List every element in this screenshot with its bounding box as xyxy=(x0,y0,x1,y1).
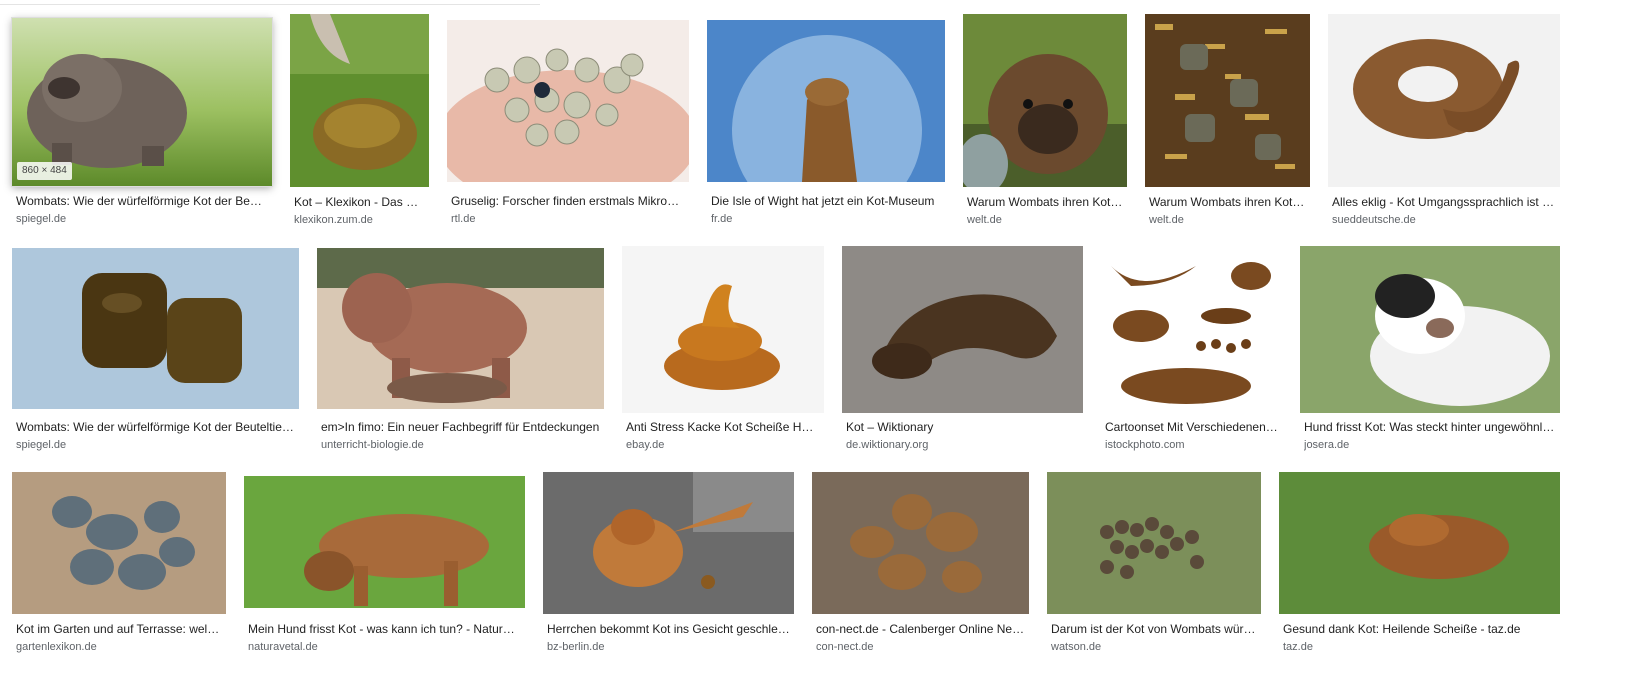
result-title[interactable]: Anti Stress Kacke Kot Scheiße Haufen xyxy=(626,420,820,435)
result-title[interactable]: Wombats: Wie der würfelförmige Kot der B… xyxy=(16,194,268,209)
image-result[interactable]: Kot im Garten und auf Terrasse: welche T… xyxy=(12,472,226,662)
result-thumbnail[interactable] xyxy=(707,20,945,182)
result-title[interactable]: Kot – Klexikon - Das Freie Kinderlexikon xyxy=(294,195,425,210)
result-source[interactable]: istockphoto.com xyxy=(1105,438,1278,452)
result-source[interactable]: sueddeutsche.de xyxy=(1332,213,1556,227)
result-title[interactable]: Warum Wombats ihren Kot würfeln xyxy=(967,195,1123,210)
result-thumbnail[interactable] xyxy=(447,20,689,182)
wombat-cubes-photo xyxy=(12,248,299,409)
result-title[interactable]: Gesund dank Kot: Heilende Scheiße - taz.… xyxy=(1283,622,1556,637)
result-thumbnail[interactable] xyxy=(12,472,226,614)
result-thumbnail[interactable] xyxy=(812,472,1029,614)
result-thumbnail[interactable] xyxy=(543,472,794,614)
droppings-in-garden-photo xyxy=(12,472,226,614)
image-results-page: 860 × 484 Wombats: Wie der würfelförmige… xyxy=(0,0,1645,680)
result-source[interactable]: de.wiktionary.org xyxy=(846,438,1079,452)
cartoon-droppings-illustration xyxy=(1101,246,1282,413)
image-result[interactable]: Warum Wombats ihren Kot würfeln welt.de xyxy=(1145,14,1310,228)
image-result[interactable]: Hund frisst Kot: Was steckt hinter ungew… xyxy=(1300,246,1560,454)
puppy-on-pavement-photo xyxy=(543,472,794,614)
dung-on-grass-photo xyxy=(1279,472,1560,614)
result-source[interactable]: unterricht-biologie.de xyxy=(321,438,600,452)
dung-on-gravel-photo xyxy=(842,246,1083,413)
result-source[interactable]: klexikon.zum.de xyxy=(294,213,425,227)
result-title[interactable]: Cartoonset Mit Verschiedenen Kothaufen xyxy=(1105,420,1278,435)
image-result[interactable]: Kot – Klexikon - Das Freie Kinderlexikon… xyxy=(290,14,429,228)
dog-on-lawn-photo xyxy=(244,476,525,608)
result-title[interactable]: con-nect.de - Calenberger Online News xyxy=(816,622,1025,637)
image-result[interactable]: Warum Wombats ihren Kot würfeln welt.de xyxy=(963,14,1127,228)
toy-poop-photo xyxy=(622,246,824,413)
result-thumbnail[interactable] xyxy=(622,246,824,413)
glass-ball-photo xyxy=(707,20,945,182)
image-result[interactable]: Kot – Wiktionary de.wiktionary.org xyxy=(842,246,1083,454)
result-title[interactable]: Gruselig: Forscher finden erstmals Mikro… xyxy=(451,194,685,209)
result-title[interactable]: Mein Hund frisst Kot - was kann ich tun?… xyxy=(248,622,521,637)
result-title[interactable]: Herrchen bekommt Kot ins Gesicht geschle… xyxy=(547,622,790,637)
result-source[interactable]: gartenlexikon.de xyxy=(16,640,222,654)
result-title[interactable]: Die Isle of Wight hat jetzt ein Kot-Muse… xyxy=(711,194,941,209)
result-thumbnail[interactable] xyxy=(244,476,525,608)
result-title[interactable]: em>In fimo: Ein neuer Fachbegriff für En… xyxy=(321,420,600,435)
result-thumbnail[interactable] xyxy=(1328,14,1560,187)
dung-on-grass-photo xyxy=(290,14,429,187)
result-thumbnail[interactable] xyxy=(842,246,1083,413)
result-source[interactable]: con-nect.de xyxy=(816,640,1025,654)
result-source[interactable]: welt.de xyxy=(1149,213,1306,227)
result-thumbnail[interactable] xyxy=(1047,472,1261,614)
result-title[interactable]: Wombats: Wie der würfelförmige Kot der B… xyxy=(16,420,295,435)
result-thumbnail[interactable] xyxy=(1101,246,1282,413)
result-source[interactable]: spiegel.de xyxy=(16,212,268,226)
swirl-poop-photo xyxy=(1328,14,1560,187)
result-title[interactable]: Kot im Garten und auf Terrasse: welche T… xyxy=(16,622,222,637)
image-result[interactable]: Anti Stress Kacke Kot Scheiße Haufen eba… xyxy=(622,246,824,454)
result-thumbnail[interactable] xyxy=(290,14,429,187)
image-result[interactable]: 860 × 484 Wombats: Wie der würfelförmige… xyxy=(12,18,272,230)
result-source[interactable]: rtl.de xyxy=(451,212,685,226)
image-result[interactable]: Gruselig: Forscher finden erstmals Mikro… xyxy=(447,20,689,228)
result-source[interactable]: welt.de xyxy=(967,213,1123,227)
result-source[interactable]: spiegel.de xyxy=(16,438,295,452)
result-thumbnail[interactable] xyxy=(1145,14,1310,187)
droppings-pile-photo xyxy=(812,472,1029,614)
wombat-photo xyxy=(12,18,272,186)
result-thumbnail[interactable] xyxy=(317,248,604,409)
result-thumbnail[interactable] xyxy=(12,248,299,409)
result-source[interactable]: ebay.de xyxy=(626,438,820,452)
image-result[interactable]: Die Isle of Wight hat jetzt ein Kot-Muse… xyxy=(707,20,945,228)
image-result[interactable]: Darum ist der Kot von Wombats würfelförm… xyxy=(1047,472,1261,662)
result-thumbnail[interactable]: 860 × 484 xyxy=(12,18,272,186)
wombat-face-photo xyxy=(963,14,1127,187)
wombat-droppings-in-grass-photo xyxy=(1047,472,1261,614)
cube-droppings-photo xyxy=(1145,14,1310,187)
result-source[interactable]: fr.de xyxy=(711,212,941,226)
result-thumbnail[interactable] xyxy=(963,14,1127,187)
search-bar-edge xyxy=(0,0,540,5)
image-result[interactable]: Herrchen bekommt Kot ins Gesicht geschle… xyxy=(543,472,794,662)
result-thumbnail[interactable] xyxy=(1300,246,1560,413)
result-title[interactable]: Darum ist der Kot von Wombats würfelförm… xyxy=(1051,622,1257,637)
microplastic-on-finger-photo xyxy=(447,20,689,182)
image-result[interactable]: Gesund dank Kot: Heilende Scheiße - taz.… xyxy=(1279,472,1560,662)
image-dimensions-badge: 860 × 484 xyxy=(17,162,72,180)
image-result[interactable]: Cartoonset Mit Verschiedenen Kothaufen i… xyxy=(1101,246,1282,454)
puppy-photo xyxy=(1300,246,1560,413)
result-title[interactable]: Hund frisst Kot: Was steckt hinter ungew… xyxy=(1304,420,1556,435)
result-source[interactable]: watson.de xyxy=(1051,640,1257,654)
elephant-photo xyxy=(317,248,604,409)
image-result[interactable]: Wombats: Wie der würfelförmige Kot der B… xyxy=(12,248,299,454)
result-title[interactable]: Alles eklig - Kot Umgangssprachlich ist … xyxy=(1332,195,1556,210)
result-source[interactable]: josera.de xyxy=(1304,438,1556,452)
result-source[interactable]: bz-berlin.de xyxy=(547,640,790,654)
result-thumbnail[interactable] xyxy=(1279,472,1560,614)
image-result[interactable]: Alles eklig - Kot Umgangssprachlich ist … xyxy=(1328,14,1560,228)
image-result[interactable]: Mein Hund frisst Kot - was kann ich tun?… xyxy=(244,476,525,666)
result-source[interactable]: taz.de xyxy=(1283,640,1556,654)
result-source[interactable]: naturavetal.de xyxy=(248,640,521,654)
result-title[interactable]: Warum Wombats ihren Kot würfeln xyxy=(1149,195,1306,210)
image-result[interactable]: con-nect.de - Calenberger Online News co… xyxy=(812,472,1029,662)
result-title[interactable]: Kot – Wiktionary xyxy=(846,420,1079,435)
image-result[interactable]: em>In fimo: Ein neuer Fachbegriff für En… xyxy=(317,248,604,454)
